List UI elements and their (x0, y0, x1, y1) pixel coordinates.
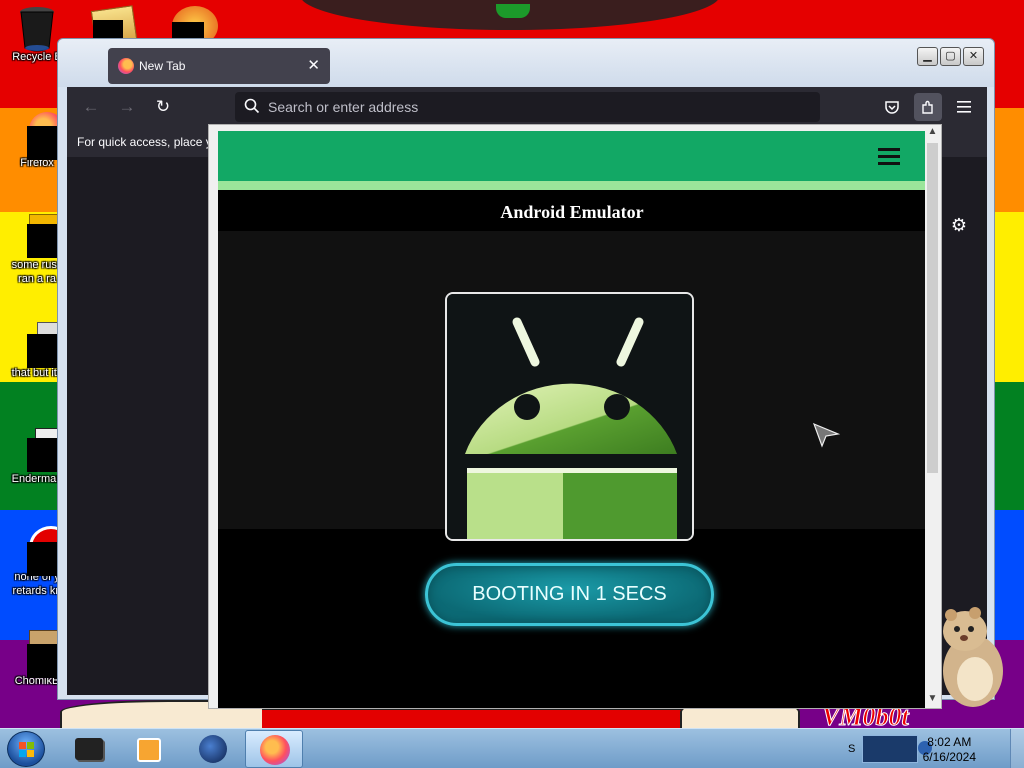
show-desktop-button[interactable] (1010, 729, 1024, 768)
gear-icon[interactable]: ⚙ (951, 215, 967, 236)
reload-button[interactable]: ↻ (150, 95, 176, 119)
android-logo (445, 292, 694, 541)
hamster-mascot-image (935, 605, 1007, 714)
desktop-folder-icon[interactable] (90, 5, 138, 48)
windows-logo-icon (19, 742, 34, 757)
search-icon (243, 97, 261, 118)
scroll-up-icon[interactable]: ▲ (925, 126, 940, 140)
emulator-page: Android Emulator BOOTING IN 1 SECS (218, 131, 926, 708)
emulator-popup: Android Emulator BOOTING IN 1 SECS ▲ ▼ (208, 124, 942, 709)
emulator-header (218, 131, 926, 181)
tab-new-tab[interactable]: New Tab ✕ (108, 48, 330, 84)
pocket-icon[interactable] (878, 93, 906, 121)
close-tab-icon[interactable]: ✕ (307, 56, 320, 74)
firefox-icon (260, 735, 290, 765)
taskbar-clock[interactable]: 8:02 AM 6/16/2024 (923, 735, 976, 765)
file-icon (17, 322, 67, 368)
booting-button[interactable]: BOOTING IN 1 SECS (425, 563, 714, 626)
android-robot-icon (447, 294, 692, 539)
file-icon (17, 428, 75, 472)
app-window-icon (75, 738, 103, 760)
url-bar[interactable]: Search or enter address (235, 92, 820, 122)
close-window-button[interactable]: ✕ (963, 47, 984, 66)
tab-title: New Tab (139, 59, 186, 73)
wallpaper-art-shape (496, 4, 530, 18)
file-icon (17, 526, 73, 576)
taskbar: S 8:02 AM 6/16/2024 (0, 728, 1024, 768)
mouse-cursor-icon (812, 422, 841, 453)
tray-app-icon[interactable] (862, 735, 918, 763)
back-button[interactable]: ← (78, 95, 104, 119)
start-button[interactable] (7, 731, 45, 767)
window-controls: ▁ ▢ ✕ (917, 47, 984, 66)
maximize-button[interactable]: ▢ (940, 47, 961, 66)
taskbar-media-player[interactable] (120, 730, 178, 768)
recycle-bin-icon (17, 6, 57, 52)
scrollbar-thumb[interactable] (927, 143, 938, 473)
firefox-icon (17, 112, 65, 160)
clock-date: 6/16/2024 (922, 750, 976, 764)
emulator-title: Android Emulator (218, 193, 926, 231)
header-divider (218, 181, 926, 190)
media-player-icon (137, 738, 161, 762)
file-icon (17, 630, 73, 678)
globe-icon (199, 735, 227, 763)
clock-time: 8:02 AM (927, 735, 972, 749)
bookmarks-hint: For quick access, place y (77, 135, 212, 149)
forward-button[interactable]: → (114, 95, 140, 119)
tray-letter: S (848, 743, 856, 755)
url-placeholder: Search or enter address (268, 99, 419, 115)
firefox-icon (118, 58, 134, 74)
taskbar-app-1[interactable] (60, 730, 118, 768)
wallpaper-art-shape (262, 708, 682, 730)
minimize-button[interactable]: ▁ (917, 47, 938, 66)
taskbar-firefox[interactable] (245, 730, 303, 768)
taskbar-app-3[interactable] (184, 730, 242, 768)
extensions-icon[interactable] (914, 93, 942, 121)
browser-titlebar[interactable]: New Tab ✕ ▁ ▢ ✕ (58, 39, 994, 87)
browser-toolbar: ← → ↻ Search or enter address (67, 87, 987, 127)
file-icon (17, 214, 73, 258)
hamburger-menu-icon[interactable] (878, 148, 900, 169)
menu-icon[interactable] (950, 93, 978, 121)
